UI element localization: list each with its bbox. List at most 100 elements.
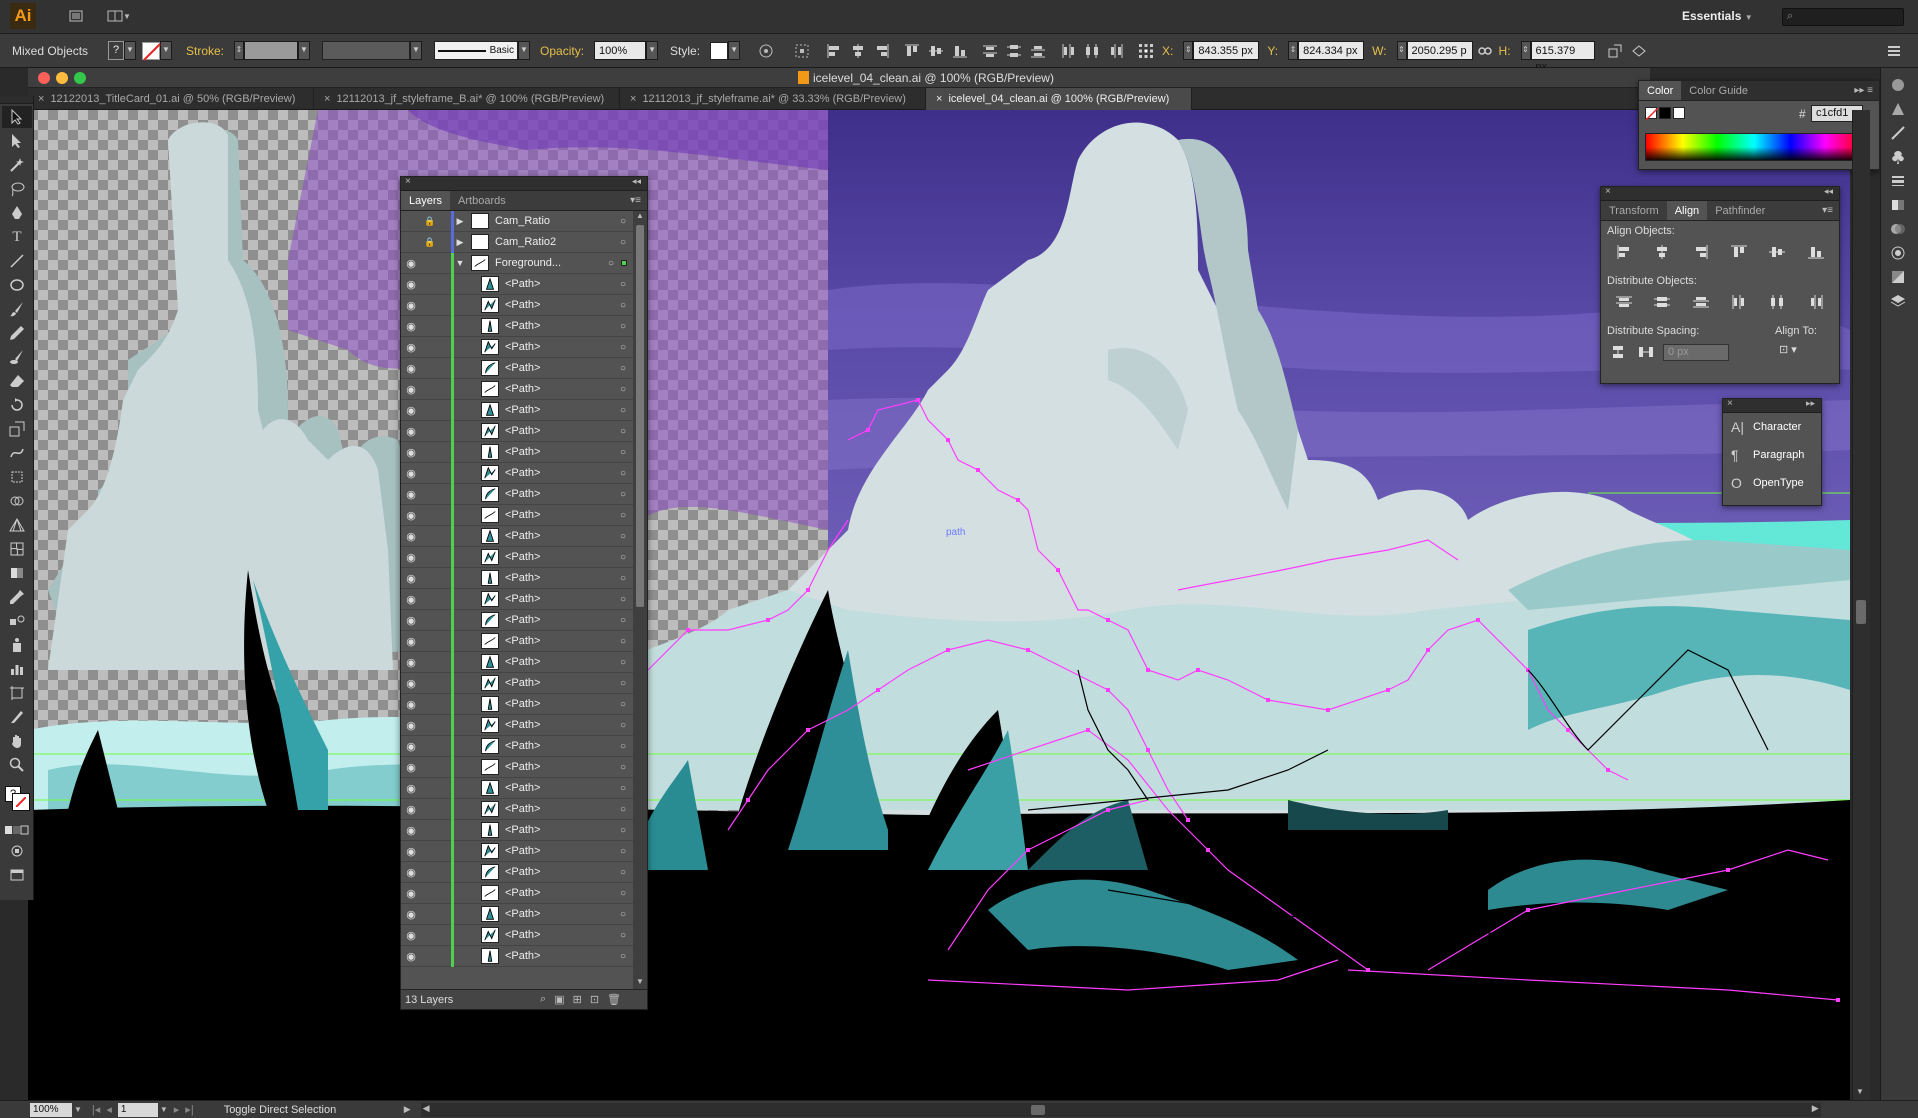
free-transform-tool-icon[interactable] [2, 466, 32, 488]
sublayer-row[interactable]: ◉ <Path> ○ [401, 316, 633, 337]
stroke-swatch-tool[interactable] [12, 793, 30, 811]
target-icon[interactable]: ○ [613, 615, 633, 626]
gradient-panel-icon[interactable] [1883, 194, 1913, 216]
sublayer-row[interactable]: ◉ <Path> ○ [401, 484, 633, 505]
target-icon[interactable]: ○ [613, 321, 633, 332]
warp-tool-icon[interactable] [2, 442, 32, 464]
trash-icon[interactable]: 🗑 [607, 993, 621, 1006]
visibility-eye-icon[interactable]: ◉ [401, 362, 421, 375]
transparency-panel-icon[interactable] [1883, 218, 1913, 240]
target-icon[interactable]: ○ [613, 867, 633, 878]
eyedropper-tool-icon[interactable] [2, 586, 32, 608]
target-icon[interactable]: ○ [613, 909, 633, 920]
close-icon[interactable]: × [1727, 398, 1733, 409]
sublayer-row[interactable]: ◉ <Path> ○ [401, 820, 633, 841]
zoom-field[interactable]: 100% [30, 1102, 72, 1117]
visibility-eye-icon[interactable]: ◉ [401, 551, 421, 564]
constrain-proportions-icon[interactable] [1475, 41, 1495, 61]
target-icon[interactable]: ○ [613, 951, 633, 962]
horizontal-distribute-left-icon[interactable] [1728, 293, 1750, 311]
target-icon[interactable]: ○ [613, 216, 633, 227]
horizontal-distribute-center-icon[interactable] [1766, 293, 1788, 311]
visibility-eye-icon[interactable]: ◉ [401, 572, 421, 585]
hand-tool-icon[interactable] [2, 730, 32, 752]
sublayer-row[interactable]: ◉ <Path> ○ [401, 862, 633, 883]
target-icon[interactable]: ○ [613, 468, 633, 479]
align-horizontal-center-icon[interactable] [848, 41, 868, 61]
stroke-swatch[interactable]: ▼ [142, 40, 172, 62]
status-menu-arrow[interactable]: ▶ [404, 1104, 411, 1115]
target-icon[interactable]: ○ [613, 237, 633, 248]
magic-wand-tool-icon[interactable] [2, 154, 32, 176]
symbol-sprayer-tool-icon[interactable] [2, 634, 32, 656]
layers-scrollbar[interactable]: ▲ ▼ [633, 211, 647, 991]
recolor-artwork-icon[interactable] [756, 41, 776, 61]
fill-stroke-swatches[interactable]: ? [3, 784, 30, 820]
artwork[interactable]: path [28, 110, 1850, 1100]
window-close-button[interactable] [38, 72, 50, 84]
target-icon[interactable]: ○ [613, 552, 633, 563]
sublayer-row[interactable]: ◉ <Path> ○ [401, 295, 633, 316]
color-panel-icon[interactable] [1883, 74, 1913, 96]
tools-panel-grip[interactable] [0, 96, 33, 104]
align-right-icon[interactable] [872, 41, 892, 61]
lock-icon[interactable]: 🔒 [421, 216, 439, 227]
horizontal-distribute-space-icon[interactable] [1635, 343, 1657, 361]
spacing-field[interactable]: 0 px [1663, 343, 1729, 361]
visibility-eye-icon[interactable]: ◉ [401, 299, 421, 312]
brushes-icon[interactable] [1883, 122, 1913, 144]
visibility-eye-icon[interactable]: ◉ [401, 509, 421, 522]
expand-arrow-icon[interactable]: ▼ [453, 258, 467, 268]
close-icon[interactable]: × [405, 176, 411, 187]
visibility-eye-icon[interactable]: ◉ [401, 656, 421, 669]
sublayer-row[interactable]: ◉ <Path> ○ [401, 778, 633, 799]
visibility-eye-icon[interactable]: ◉ [401, 425, 421, 438]
sublayer-row[interactable]: ◉ <Path> ○ [401, 841, 633, 862]
sublayer-row[interactable]: ◉ <Path> ○ [401, 694, 633, 715]
visibility-eye-icon[interactable]: ◉ [401, 404, 421, 417]
visibility-eye-icon[interactable]: ◉ [401, 929, 421, 942]
eraser-tool-icon[interactable] [2, 370, 32, 392]
visibility-eye-icon[interactable]: ◉ [401, 740, 421, 753]
target-icon[interactable]: ○ [613, 594, 633, 605]
opacity-label[interactable]: Opacity: [540, 40, 584, 62]
white-swatch[interactable] [1673, 107, 1685, 119]
visibility-eye-icon[interactable]: ◉ [401, 782, 421, 795]
tab-color[interactable]: Color [1639, 81, 1682, 100]
target-icon[interactable]: ○ [613, 279, 633, 290]
tab-pathfinder[interactable]: Pathfinder [1707, 201, 1773, 220]
target-icon[interactable]: ○ [613, 846, 633, 857]
target-icon[interactable]: ○ [613, 888, 633, 899]
next-artboard-icon[interactable]: ▸ [174, 1103, 180, 1116]
scroll-right-arrow[interactable]: ▶ [1812, 1103, 1819, 1114]
vertical-align-bottom-icon[interactable] [1805, 243, 1827, 261]
color-mode-icons[interactable] [2, 822, 32, 838]
perspective-grid-tool-icon[interactable] [2, 514, 32, 536]
layer-list[interactable]: 🔒 ▶ Cam_Ratio ○ 🔒 ▶ Cam_Ratio2 ○ ◉ ▼ Foreground...… [401, 211, 633, 981]
color-guide-icon[interactable] [1883, 98, 1913, 120]
layer-row[interactable]: 🔒 ▶ Cam_Ratio2 ○ [401, 232, 633, 253]
isolate-selected-icon[interactable] [1629, 41, 1649, 61]
pencil-tool-icon[interactable] [2, 322, 32, 344]
sublayer-row[interactable]: ◉ <Path> ○ [401, 736, 633, 757]
height-field[interactable]: ⇕ 615.379 px [1520, 40, 1595, 73]
expand-icon[interactable]: ▸▸ [1806, 398, 1815, 409]
collapse-icon[interactable]: ◂◂ [1824, 186, 1833, 197]
visibility-eye-icon[interactable]: ◉ [401, 866, 421, 879]
sublayer-row[interactable]: ◉ <Path> ○ [401, 274, 633, 295]
layers-panel-icon[interactable] [1883, 290, 1913, 312]
horizontal-align-center-icon[interactable] [1651, 243, 1673, 261]
sublayer-row[interactable]: ◉ <Path> ○ [401, 757, 633, 778]
target-icon[interactable]: ○ [613, 531, 633, 542]
target-icon[interactable]: ○ [613, 342, 633, 353]
scroll-down-arrow[interactable]: ▼ [1856, 1087, 1864, 1096]
sublayer-row[interactable]: ◉ <Path> ○ [401, 505, 633, 526]
zoom-tool-icon[interactable] [2, 754, 32, 776]
color-spectrum[interactable] [1645, 133, 1863, 161]
tab-titlecard[interactable]: × 12122013_TitleCard_01.ai @ 50% (RGB/Pre… [28, 88, 314, 110]
previous-artboard-icon[interactable]: ◂ [106, 1103, 112, 1116]
vertical-align-top-icon[interactable] [1728, 243, 1750, 261]
mesh-tool-icon[interactable] [2, 538, 32, 560]
window-minimize-button[interactable] [56, 72, 68, 84]
brush-definition[interactable]: Basic ▼ [434, 40, 531, 62]
